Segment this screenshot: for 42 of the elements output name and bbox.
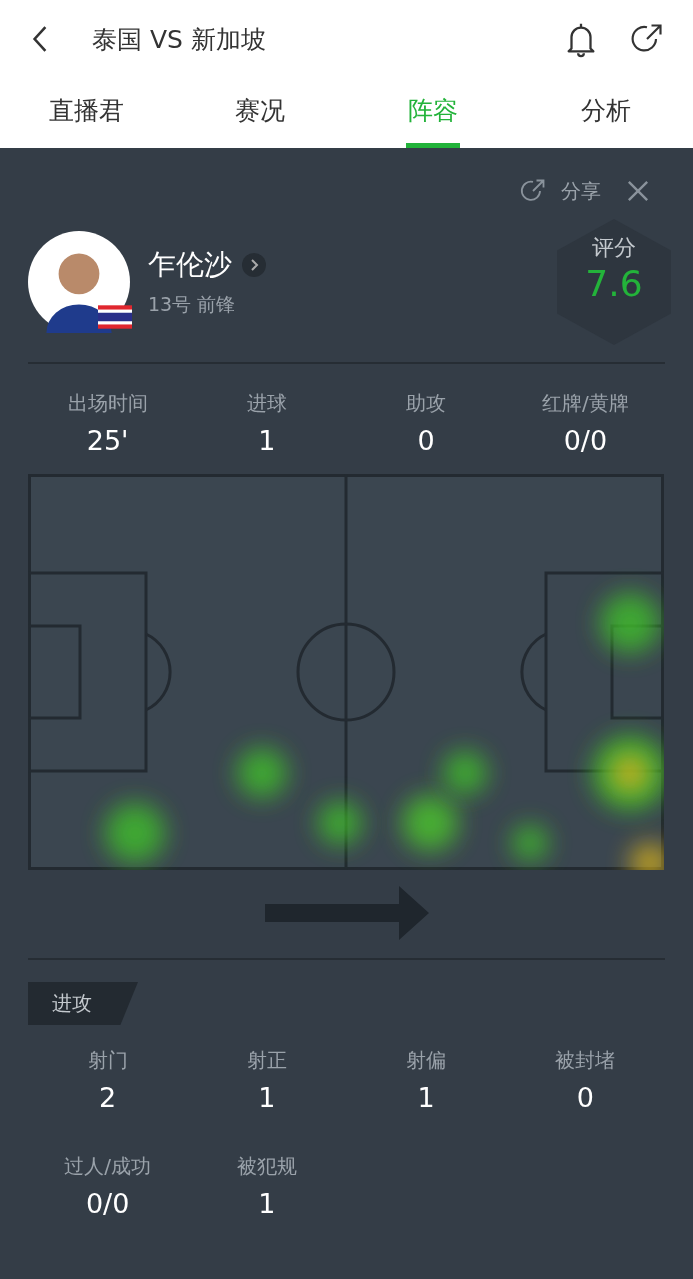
match-title: 泰国 VS 新加坡 (92, 23, 267, 56)
tab[interactable]: 赛况 (232, 78, 287, 148)
heat-spot (318, 801, 362, 845)
heat-spot (630, 843, 664, 870)
stat-label: 被封堵 (555, 1047, 616, 1074)
heat-spot (443, 751, 487, 795)
stat-label: 被犯规 (236, 1153, 297, 1180)
flag-icon (98, 305, 132, 329)
player-name: 乍伦沙 (148, 247, 232, 283)
direction-arrow-icon (264, 886, 429, 940)
heat-spot (600, 593, 660, 653)
tab[interactable]: 直播君 (47, 78, 127, 148)
chevron-icon[interactable] (242, 253, 266, 277)
back-icon[interactable] (32, 25, 48, 53)
stat-value: 1 (258, 1082, 276, 1113)
heat-spot (512, 825, 548, 861)
rating-badge: 评分 7.6 (557, 219, 671, 345)
stat-value: 0 (417, 425, 435, 456)
stat-label: 进球 (246, 390, 287, 417)
stat-value: 1 (258, 425, 276, 456)
stat-value: 25' (86, 425, 129, 456)
stat-value: 1 (258, 1188, 276, 1219)
stat-label: 射门 (87, 1047, 128, 1074)
stat-label: 射正 (246, 1047, 287, 1074)
tab[interactable]: 分析 (579, 78, 634, 148)
share-button[interactable]: 分享 (519, 177, 601, 205)
stat-value: 1 (417, 1082, 435, 1113)
player-number-position: 13号 前锋 (148, 292, 237, 317)
stat-label: 射偏 (406, 1047, 447, 1074)
stat-label: 出场时间 (67, 390, 148, 417)
stat-label: 助攻 (406, 390, 447, 417)
stat-value: 0/0 (85, 1188, 130, 1219)
heat-spot (237, 748, 287, 798)
stat-value: 0 (576, 1082, 594, 1113)
section-tag: 进攻 (28, 982, 138, 1025)
stat-label: 红牌/黄牌 (542, 390, 629, 417)
close-icon[interactable] (627, 180, 649, 202)
heat-spot (105, 803, 165, 863)
stat-value: 2 (99, 1082, 117, 1113)
stat-value: 0/0 (563, 425, 608, 456)
heat-spot (402, 795, 458, 851)
stat-label: 过人/成功 (64, 1153, 151, 1180)
